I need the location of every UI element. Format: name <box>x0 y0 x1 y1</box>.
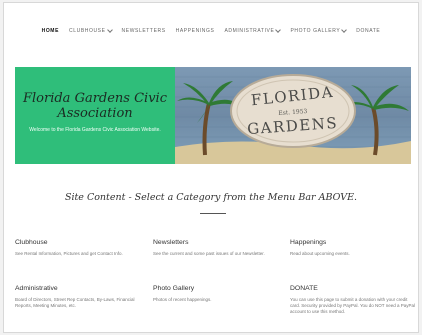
nav-administrative[interactable]: ADMINISTRATIVE <box>224 27 282 34</box>
nav-home-label: HOME <box>41 28 60 34</box>
card-title[interactable]: Photo Gallery <box>153 285 281 292</box>
hero-subtitle: Welcome to the Florida Gardens Civic Ass… <box>29 127 161 133</box>
page-frame: HOME CLUBHOUSE NEWSLETTERS HAPPENINGS AD… <box>3 2 419 333</box>
card-administrative[interactable]: Administrative Board of Directors, Stree… <box>15 285 143 309</box>
site-content-heading: Site Content - Select a Category from th… <box>64 192 358 203</box>
nav-photo-gallery-label: PHOTO GALLERY <box>290 28 341 34</box>
nav-administrative-label: ADMINISTRATIVE <box>224 28 275 34</box>
card-clubhouse[interactable]: Clubhouse See Rental Information, Pictur… <box>15 239 143 257</box>
card-title[interactable]: Clubhouse <box>15 239 143 246</box>
hero-text-panel: Florida Gardens Civic Association Welcom… <box>15 67 175 164</box>
nav-clubhouse-label: CLUBHOUSE <box>69 28 106 34</box>
card-title[interactable]: Administrative <box>15 285 143 292</box>
chevron-down-icon <box>275 27 282 33</box>
card-text: Read about upcoming events. <box>290 251 350 256</box>
hero-banner: Florida Gardens Civic Association Welcom… <box>15 67 411 164</box>
nav-photo-gallery[interactable]: PHOTO GALLERY <box>290 27 348 34</box>
card-happenings[interactable]: Happenings Read about upcoming events. <box>290 239 418 257</box>
main-nav: HOME CLUBHOUSE NEWSLETTERS HAPPENINGS AD… <box>4 25 418 37</box>
hero-title: Florida Gardens Civic Association <box>22 91 167 121</box>
card-title[interactable]: Happenings <box>290 239 418 246</box>
nav-clubhouse[interactable]: CLUBHOUSE <box>69 27 113 34</box>
hero-image: FLORIDA Est. 1953 GARDENS <box>175 67 411 164</box>
card-title[interactable]: Newsletters <box>153 239 281 246</box>
card-text: Photos of recent happenings. <box>153 297 212 302</box>
card-text: Board of Directors, Street Rep Contacts,… <box>15 297 135 308</box>
card-title[interactable]: DONATE <box>290 285 418 292</box>
card-text: See the current and some past issues of … <box>153 251 265 256</box>
card-text: You can use this page to submit a donati… <box>290 297 415 314</box>
nav-newsletters[interactable]: NEWSLETTERS <box>122 28 166 34</box>
nav-happenings-label: HAPPENINGS <box>175 28 215 34</box>
chevron-down-icon <box>341 27 348 33</box>
nav-happenings[interactable]: HAPPENINGS <box>176 28 215 34</box>
card-donate[interactable]: DONATE You can use this page to submit a… <box>290 285 418 315</box>
nav-donate-label: DONATE <box>356 28 381 34</box>
nav-donate[interactable]: DONATE <box>356 28 380 34</box>
card-photo-gallery[interactable]: Photo Gallery Photos of recent happening… <box>153 285 281 303</box>
nav-home[interactable]: HOME <box>42 28 59 34</box>
nav-newsletters-label: NEWSLETTERS <box>121 28 166 34</box>
divider <box>200 213 226 214</box>
florida-gardens-sign-image: FLORIDA Est. 1953 GARDENS <box>175 74 411 164</box>
card-text: See Rental Information, Pictures and get… <box>15 251 123 256</box>
card-newsletters[interactable]: Newsletters See the current and some pas… <box>153 239 281 257</box>
chevron-down-icon <box>106 27 113 33</box>
